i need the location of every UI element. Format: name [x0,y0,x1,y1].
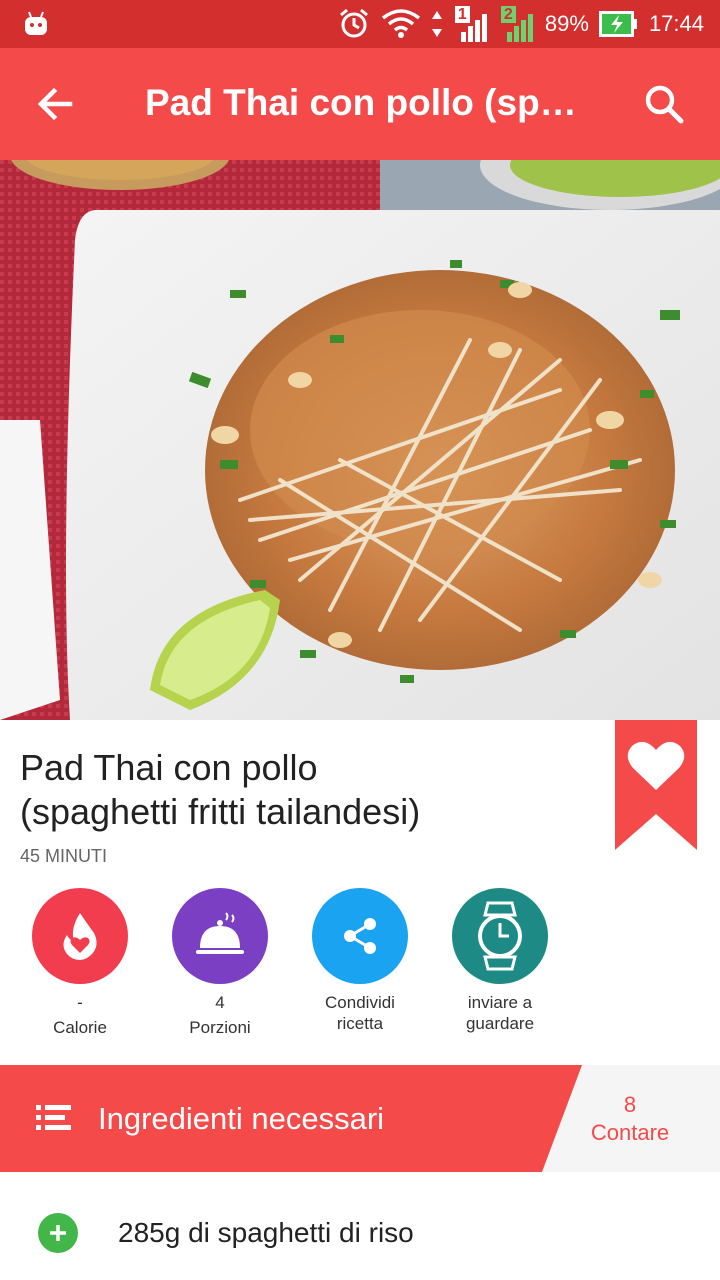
status-bar: 1 2 89% 17:44 [0,0,720,48]
recipe-info-card: Pad Thai con pollo (spaghetti fritti tai… [0,720,720,1065]
ingredient-count-value: 8 [623,1092,637,1117]
arrow-back-icon[interactable] [30,78,82,130]
recipe-title: Pad Thai con pollo (spaghetti fritti tai… [20,746,600,834]
cloche-icon [172,888,268,984]
recipe-time: 45 MINUTI [20,846,108,866]
wifi-icon [381,9,420,38]
send-to-watch-action[interactable]: inviare a guardare [430,888,570,1034]
share-icon [312,888,408,984]
servings-value: 4 [215,993,225,1012]
app-bar-title: Pad Thai con pollo (sp… [145,82,577,123]
clock: 17:44 [648,11,704,36]
signal-sim2-icon: 2 [499,4,535,44]
share-recipe-action[interactable]: Condividi ricetta [290,888,430,1034]
ingredient-text: 285g di spaghetti di riso [118,1217,414,1248]
ingredient-count-label: Contare [590,1120,670,1145]
recipe-title-line2: (spaghetti fritti tailandesi) [20,791,421,832]
calories-label: Calorie [53,1018,107,1037]
list-icon [36,1105,71,1130]
recipe-photo [0,160,720,720]
alarm-icon [339,8,368,38]
favorite-bookmark-button[interactable] [615,720,697,850]
battery-charging-icon [598,11,637,37]
ingredients-header: Ingredienti necessari 8 Contare [0,1065,720,1172]
calories-value: - [77,993,83,1012]
ingredients-title: Ingredienti necessari [98,1101,385,1136]
list-item[interactable]: 285g di spaghetti di riso [0,1172,720,1280]
data-arrows-icon [431,11,442,37]
signal-sim1-icon: 1 [453,4,489,44]
battery-percent: 89% [544,11,589,36]
android-icon [25,11,47,35]
servings-label: Porzioni [189,1018,251,1037]
share-label-line2: ricetta [336,1014,384,1033]
recipe-actions: - Calorie 4 Porzioni Condividi ricetta i… [0,888,720,1048]
plus-icon [50,1225,66,1241]
watch-icon [452,888,548,984]
servings-action[interactable]: 4 Porzioni [150,888,290,1038]
watch-label-line1: inviare a [467,993,533,1012]
ingredient-count: 8 Contare [575,1091,685,1147]
app-bar: Pad Thai con pollo (sp… [0,48,720,160]
add-ingredient-button[interactable] [38,1213,78,1253]
flame-heart-icon [32,888,128,984]
recipe-title-line1: Pad Thai con pollo [20,747,318,788]
watch-label-line2: guardare [465,1014,535,1033]
share-label-line1: Condividi [325,993,395,1012]
calories-action[interactable]: - Calorie [10,888,150,1038]
search-icon[interactable] [638,78,690,130]
